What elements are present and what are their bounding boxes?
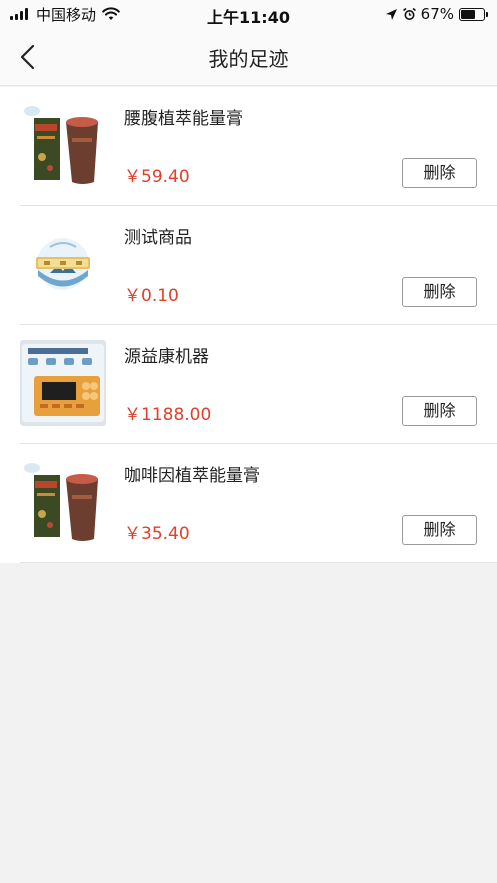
delete-button[interactable]: 删除 (402, 396, 477, 426)
machine-product-image[interactable] (20, 340, 106, 426)
item-name: 源益康机器 (124, 347, 209, 367)
nav-bar: 我的足迹 (0, 28, 497, 86)
delete-button[interactable]: 删除 (402, 277, 477, 307)
item-name: 咖啡因植萃能量膏 (124, 466, 260, 486)
list-item[interactable]: 咖啡因植萃能量膏 ￥35.40 删除 (0, 444, 497, 563)
item-price: ￥0.10 (124, 286, 179, 306)
cream-product-image[interactable] (20, 102, 106, 188)
logo-product-image[interactable] (20, 221, 106, 307)
status-bar: 中国移动 上午11:40 67% (0, 0, 497, 28)
item-price: ￥35.40 (124, 524, 190, 544)
list-item[interactable]: 腰腹植萃能量膏 ￥59.40 删除 (0, 87, 497, 206)
list-item[interactable]: 测试商品 ￥0.10 删除 (0, 206, 497, 325)
location-arrow-icon (385, 8, 397, 20)
footprint-list: 腰腹植萃能量膏 ￥59.40 删除 测试商品 ￥0.10 删除 源益康机器 ￥1… (0, 87, 497, 563)
item-price: ￥1188.00 (124, 405, 212, 425)
page-title: 我的足迹 (208, 47, 289, 71)
item-price: ￥59.40 (124, 167, 190, 187)
battery-icon (459, 7, 488, 21)
battery-percent: 67% (420, 5, 454, 23)
item-name: 测试商品 (124, 228, 192, 248)
delete-button[interactable]: 删除 (402, 515, 477, 545)
alarm-icon (402, 7, 416, 20)
item-name: 腰腹植萃能量膏 (124, 109, 243, 129)
delete-button[interactable]: 删除 (402, 158, 477, 188)
cream-product-image[interactable] (20, 459, 106, 545)
divider (20, 562, 497, 563)
list-item[interactable]: 源益康机器 ￥1188.00 删除 (0, 325, 497, 444)
status-right: 67% (385, 4, 488, 24)
